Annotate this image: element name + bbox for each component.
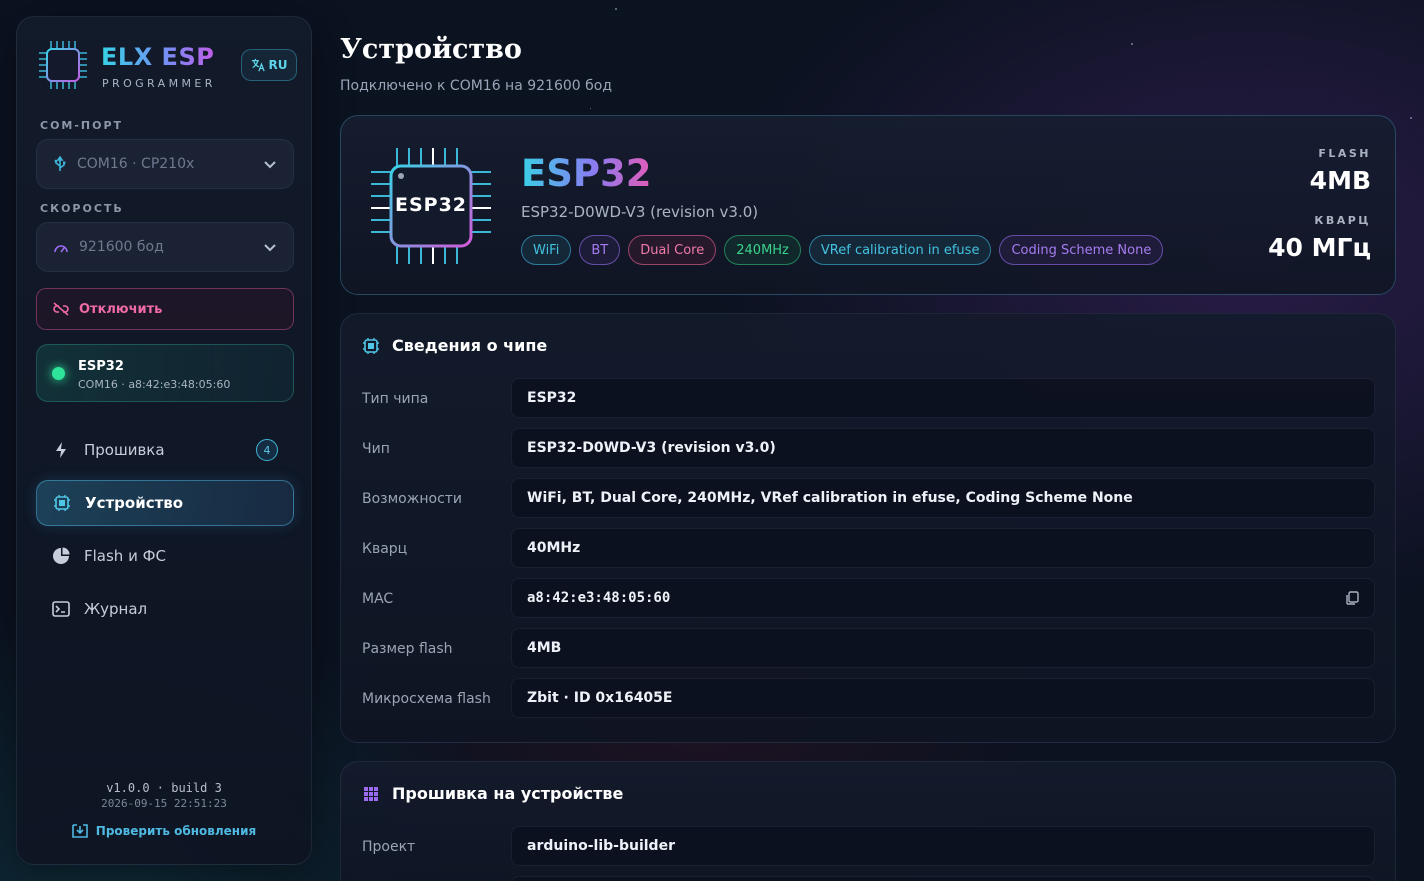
mac-label: MAC bbox=[362, 591, 394, 607]
copy-icon[interactable] bbox=[1345, 591, 1359, 605]
chip-type-value: ESP32 bbox=[511, 378, 1375, 418]
mac-value: a8:42:e3:48:05:60 bbox=[527, 590, 671, 606]
nav-item-firmware[interactable]: Прошивка 4 bbox=[36, 427, 294, 473]
brand-title: ELX ESP bbox=[101, 43, 215, 71]
firmware-header: Прошивка на устройстве bbox=[362, 784, 623, 803]
brand-subtitle: PROGRAMMER bbox=[102, 77, 216, 90]
firmware-title: Прошивка на устройстве bbox=[392, 784, 624, 803]
firmware-count-badge: 4 bbox=[256, 439, 278, 461]
chevron-down-icon bbox=[264, 244, 276, 252]
star bbox=[1410, 117, 1412, 119]
chip-description: ESP32-D0WD-V3 (revision v3.0) bbox=[521, 203, 759, 221]
translate-icon bbox=[251, 58, 265, 72]
app-version: v1.0.0 · build 3 bbox=[106, 781, 222, 795]
terminal-icon bbox=[52, 601, 70, 617]
nav-item-flash-fs[interactable]: Flash и ФС bbox=[36, 533, 294, 579]
firmware-row-next bbox=[511, 876, 1375, 881]
flash-chip-value: Zbit · ID 0x16405E bbox=[511, 678, 1375, 718]
feature-tag: BT bbox=[579, 235, 621, 265]
download-icon bbox=[71, 824, 88, 838]
chip-info-header: Сведения о чипе bbox=[362, 336, 547, 355]
flash-size-label: Размер flash bbox=[362, 641, 453, 657]
device-details: COM16 · a8:42:e3:48:05:60 bbox=[78, 378, 231, 391]
lightning-icon bbox=[56, 442, 66, 458]
feature-tag: WiFi bbox=[521, 235, 572, 265]
hero-chip-label: ESP32 bbox=[394, 194, 468, 216]
grid-icon bbox=[364, 786, 378, 801]
crystal-value: 40 МГц bbox=[1268, 233, 1371, 262]
speed-value: 921600 бод bbox=[79, 239, 164, 255]
check-updates-label: Проверить обновления bbox=[95, 824, 257, 838]
page-subtitle: Подключено к COM16 на 921600 бод bbox=[340, 78, 613, 94]
nav-label: Журнал bbox=[84, 600, 148, 618]
language-button[interactable]: RU bbox=[241, 49, 297, 81]
unlink-icon bbox=[53, 302, 69, 316]
project-value: arduino-lib-builder bbox=[511, 826, 1375, 866]
chip-info-panel: Сведения о чипе Тип чипа ESP32 Чип ESP32… bbox=[340, 313, 1396, 743]
chip-label: Чип bbox=[362, 441, 390, 457]
chevron-down-icon bbox=[264, 161, 276, 169]
nav-item-device[interactable]: Устройство bbox=[36, 480, 294, 526]
disconnect-label: Отключить bbox=[79, 301, 163, 317]
chip-name: ESP32 bbox=[521, 152, 652, 195]
nav-label: Устройство bbox=[85, 494, 184, 512]
feature-tag: Coding Scheme None bbox=[999, 235, 1164, 265]
com-port-select[interactable]: COM16 · CP210x bbox=[36, 139, 294, 189]
speed-label: СКОРОСТЬ bbox=[40, 202, 124, 215]
nav-item-log[interactable]: Журнал bbox=[36, 586, 294, 632]
star bbox=[615, 8, 617, 10]
build-date: 2026-09-15 22:51:23 bbox=[101, 797, 227, 810]
brand: ELX ESP PROGRAMMER RU bbox=[37, 39, 297, 95]
device-hero-card: ESP32 ESP32 ESP32-D0WD-V3 (revision v3.0… bbox=[340, 115, 1396, 295]
feature-tag: VRef calibration in efuse bbox=[808, 235, 992, 265]
feature-tag: Dual Core bbox=[628, 235, 717, 265]
disconnect-button[interactable]: Отключить bbox=[36, 288, 294, 330]
crystal-label: КВАРЦ bbox=[1314, 214, 1371, 227]
star bbox=[590, 108, 591, 109]
chip-value: ESP32-D0WD-V3 (revision v3.0) bbox=[511, 428, 1375, 468]
connected-device-card: ESP32 COM16 · a8:42:e3:48:05:60 bbox=[36, 344, 294, 402]
chip-icon bbox=[54, 495, 70, 511]
chip-icon bbox=[363, 337, 379, 354]
feature-tags: WiFi BT Dual Core 240MHz VRef calibratio… bbox=[521, 235, 1164, 265]
crystal-row-label: Кварц bbox=[362, 541, 408, 557]
flash-label: FLASH bbox=[1318, 147, 1371, 160]
chip-logo-icon bbox=[39, 41, 87, 89]
chip-info-title: Сведения о чипе bbox=[392, 336, 548, 355]
page-title: Устройство bbox=[340, 34, 522, 65]
pie-chart-icon bbox=[53, 547, 70, 564]
online-status-icon bbox=[52, 367, 65, 380]
star bbox=[1131, 43, 1133, 45]
mac-field: a8:42:e3:48:05:60 bbox=[511, 578, 1375, 618]
com-port-value: COM16 · CP210x bbox=[77, 156, 195, 172]
flash-chip-label: Микросхема flash bbox=[362, 691, 491, 707]
check-updates-link[interactable]: Проверить обновления bbox=[17, 824, 311, 838]
flash-value: 4MB bbox=[1309, 166, 1371, 195]
device-name: ESP32 bbox=[78, 359, 124, 374]
chip-type-label: Тип чипа bbox=[362, 391, 429, 407]
flash-size-value: 4MB bbox=[511, 628, 1375, 668]
nav-label: Flash и ФС bbox=[84, 547, 166, 565]
features-value: WiFi, BT, Dual Core, 240MHz, VRef calibr… bbox=[511, 478, 1375, 518]
crystal-row-value: 40MHz bbox=[511, 528, 1375, 568]
features-label: Возможности bbox=[362, 491, 463, 507]
gauge-icon bbox=[54, 245, 68, 253]
sidebar: ELX ESP PROGRAMMER RU COM-ПОРТ COM16 · C… bbox=[16, 16, 312, 865]
nav-label: Прошивка bbox=[84, 441, 165, 459]
usb-icon bbox=[54, 156, 66, 171]
project-label: Проект bbox=[362, 839, 416, 855]
feature-tag: 240MHz bbox=[724, 235, 801, 265]
speed-select[interactable]: 921600 бод bbox=[36, 222, 294, 272]
firmware-panel: Прошивка на устройстве Проект arduino-li… bbox=[340, 761, 1396, 881]
com-port-label: COM-ПОРТ bbox=[40, 119, 124, 132]
language-label: RU bbox=[268, 58, 288, 72]
